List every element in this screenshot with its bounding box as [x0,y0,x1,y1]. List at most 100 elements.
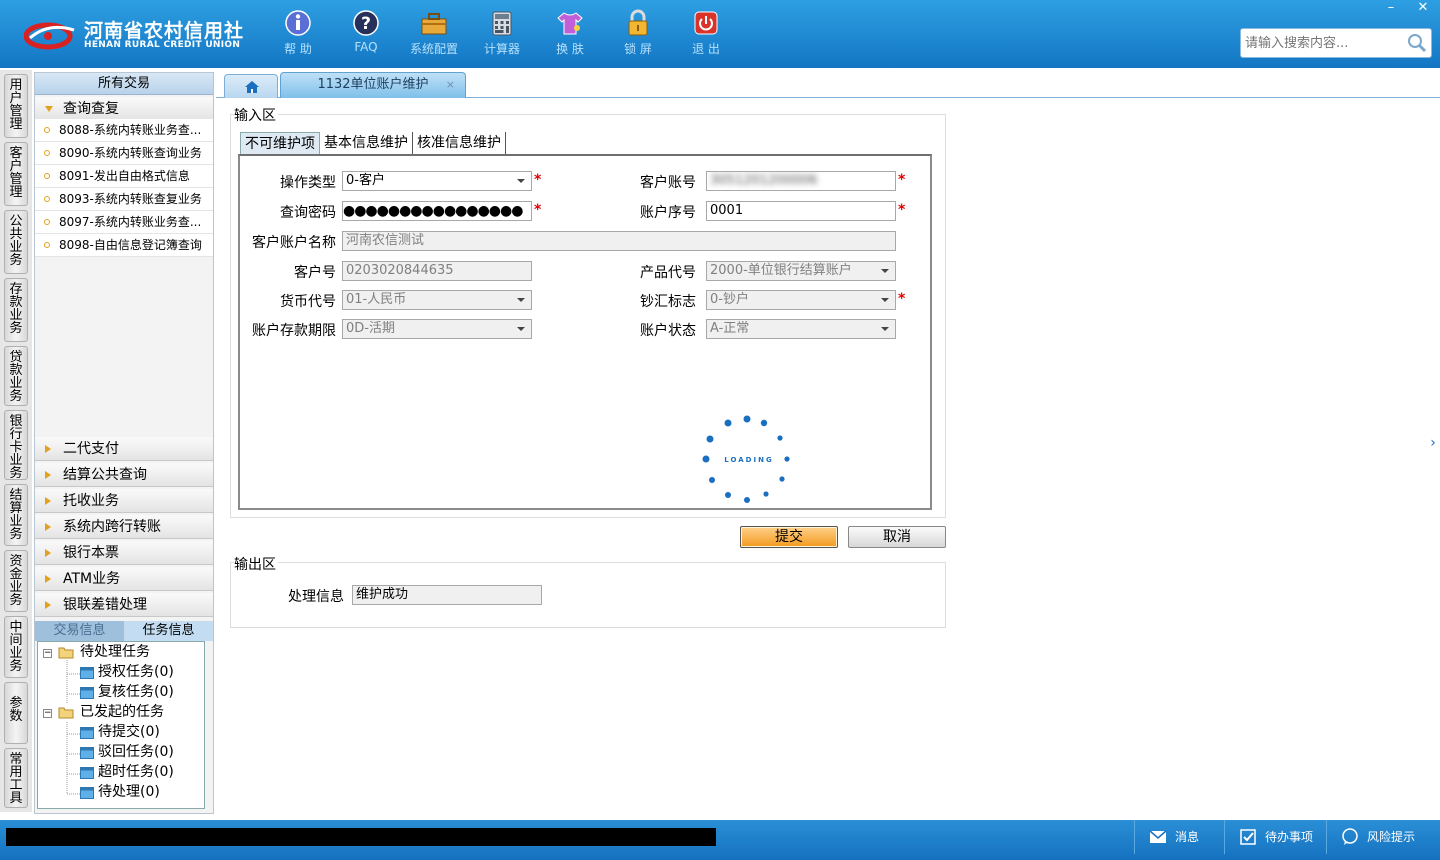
status-risk-tips[interactable]: 风险提示 [1326,820,1440,854]
accordion-query-reply[interactable]: 查询查复 [35,97,213,121]
required-mark: * [898,202,906,218]
bullet-icon [44,242,50,248]
collapse-toggle[interactable]: − [43,649,52,658]
chevron-right-icon [45,549,51,557]
cust-account-input[interactable]: 3051201200006 [706,171,896,191]
chevron-down-icon [517,327,525,331]
tab-task-info[interactable]: 任务信息 [124,621,213,641]
chevron-down-icon [881,269,889,273]
chevron-right-icon [45,601,51,609]
password-input[interactable]: ●●●●●●●●●●●●●●●● [342,201,532,221]
cust-account-label: 客户账号 [640,175,696,191]
accordion-unionpay-error[interactable]: 银联差错处理 [35,593,213,617]
vtab-deposit-business[interactable]: 存款业务 [4,278,28,342]
tab-non-maintainable[interactable]: 不可维护项 [240,132,320,154]
tree-to-process[interactable]: 待处理(0) [98,782,160,802]
tree-timeout[interactable]: 超时任务(0) [98,762,174,782]
tree-pending-tasks[interactable]: 待处理任务 [80,642,150,662]
list-item[interactable]: 8093-系统内转账查复业务 [35,188,213,211]
nav-skin[interactable]: 换 肤 [536,8,604,57]
nav-config-label: 系统配置 [409,42,458,56]
status-bar: 消息 待办事项 风险提示 [0,820,1440,860]
list-item[interactable]: 8098-自由信息登记簿查询 [35,234,213,257]
vtab-bankcard-business[interactable]: 银行卡业务 [4,410,28,480]
op-type-select[interactable]: 0-客户 [342,171,532,191]
shirt-icon [557,12,583,35]
vtab-public-business[interactable]: 公共业务 [4,210,28,274]
nav-lock[interactable]: 锁 屏 [604,8,672,57]
tree-review-tasks[interactable]: 复核任务(0) [98,682,174,702]
toolbox-icon [421,13,447,35]
bullet-icon [44,127,50,133]
chat-bubble-icon [1342,828,1358,845]
vtab-settlement-business[interactable]: 结算业务 [4,484,28,546]
required-mark: * [534,202,542,218]
list-item[interactable]: 8091-发出自由格式信息 [35,165,213,188]
question-icon: ? [353,10,379,36]
transaction-list: 8088-系统内转账业务查... 8090-系统内转账查询业务 8091-发出自… [35,119,213,257]
accordion-second-gen-payment[interactable]: 二代支付 [35,437,213,461]
nav-help[interactable]: 帮 助 [264,8,332,57]
close-window-button[interactable]: ✕ [1408,0,1438,18]
chevron-down-icon [881,327,889,331]
list-item[interactable]: 8097-系统内转账业务查... [35,211,213,234]
tab-account-maintenance[interactable]: 1132单位账户维护 × [280,72,466,98]
vtab-loan-business[interactable]: 贷款业务 [4,346,28,406]
vtab-parameters[interactable]: 参数 [4,682,28,744]
accordion-atm[interactable]: ATM业务 [35,567,213,591]
task-node-icon [80,687,94,699]
required-mark: * [898,291,906,307]
tree-rejected[interactable]: 驳回任务(0) [98,742,174,762]
tree-to-submit[interactable]: 待提交(0) [98,722,160,742]
tab-approval-info[interactable]: 核准信息维护 [413,132,506,154]
output-section-label: 输出区 [234,554,278,574]
submit-button[interactable]: 提交 [740,526,838,548]
collapse-right-handle[interactable]: › [1426,420,1440,466]
status-todo[interactable]: 待办事项 [1224,820,1326,854]
task-node-icon [80,747,94,759]
tree-started-tasks[interactable]: 已发起的任务 [80,702,164,722]
chevron-down-icon [881,298,889,302]
nav-exit[interactable]: 退 出 [672,8,740,57]
cancel-button[interactable]: 取消 [848,526,946,548]
search-input[interactable] [1241,29,1406,57]
tab-basic-info[interactable]: 基本信息维护 [320,132,413,154]
minimize-button[interactable]: – [1376,0,1406,18]
accordion-interbank-transfer[interactable]: 系统内跨行转账 [35,515,213,539]
list-item[interactable]: 8088-系统内转账业务查... [35,119,213,142]
vtab-user-management[interactable]: 用户管理 [4,74,28,138]
tab-transaction-info[interactable]: 交易信息 [35,621,124,641]
accordion-settlement-query[interactable]: 结算公共查询 [35,463,213,487]
accordion-cashier-check[interactable]: 银行本票 [35,541,213,565]
accordion-collection[interactable]: 托收业务 [35,489,213,513]
term-label: 账户存款期限 [252,323,336,339]
list-item[interactable]: 8090-系统内转账查询业务 [35,142,213,165]
loading-spinner-icon: LOADING [702,415,790,503]
cash-flag-select: 0-钞户 [706,290,896,310]
vtab-intermediary-business[interactable]: 中间业务 [4,616,28,678]
nav-calculator-label: 计算器 [483,42,520,56]
search-icon[interactable] [1407,33,1427,53]
status-messages[interactable]: 消息 [1134,820,1224,854]
account-seq-input[interactable]: 0001 [706,201,896,221]
task-node-icon [80,667,94,679]
form-panel: 操作类型 0-客户 * 客户账号 3051201200006 * 查询密码 ●●… [238,154,932,510]
collapse-toggle[interactable]: − [43,709,52,718]
header: 河南省农村信用社 HENAN RURAL CREDIT UNION 帮 助 ? … [0,0,1440,68]
bullet-icon [44,173,50,179]
currency-select: 01-人民币 [342,290,532,310]
svg-text:?: ? [361,14,371,34]
tree-auth-tasks[interactable]: 授权任务(0) [98,662,174,682]
status-label: 账户状态 [640,323,696,339]
nav-calculator[interactable]: 计算器 [468,8,536,57]
vtab-customer-management[interactable]: 客户管理 [4,142,28,206]
input-section-label: 输入区 [234,105,278,125]
nav-config[interactable]: 系统配置 [400,8,468,57]
vtab-common-tools[interactable]: 常用工具 [4,748,28,808]
chevron-down-icon [45,106,53,112]
tab-close-icon[interactable]: × [446,73,455,97]
home-tab[interactable] [224,74,278,98]
bullet-icon [44,219,50,225]
nav-faq[interactable]: ? FAQ [332,8,400,57]
vtab-fund-business[interactable]: 资金业务 [4,550,28,612]
